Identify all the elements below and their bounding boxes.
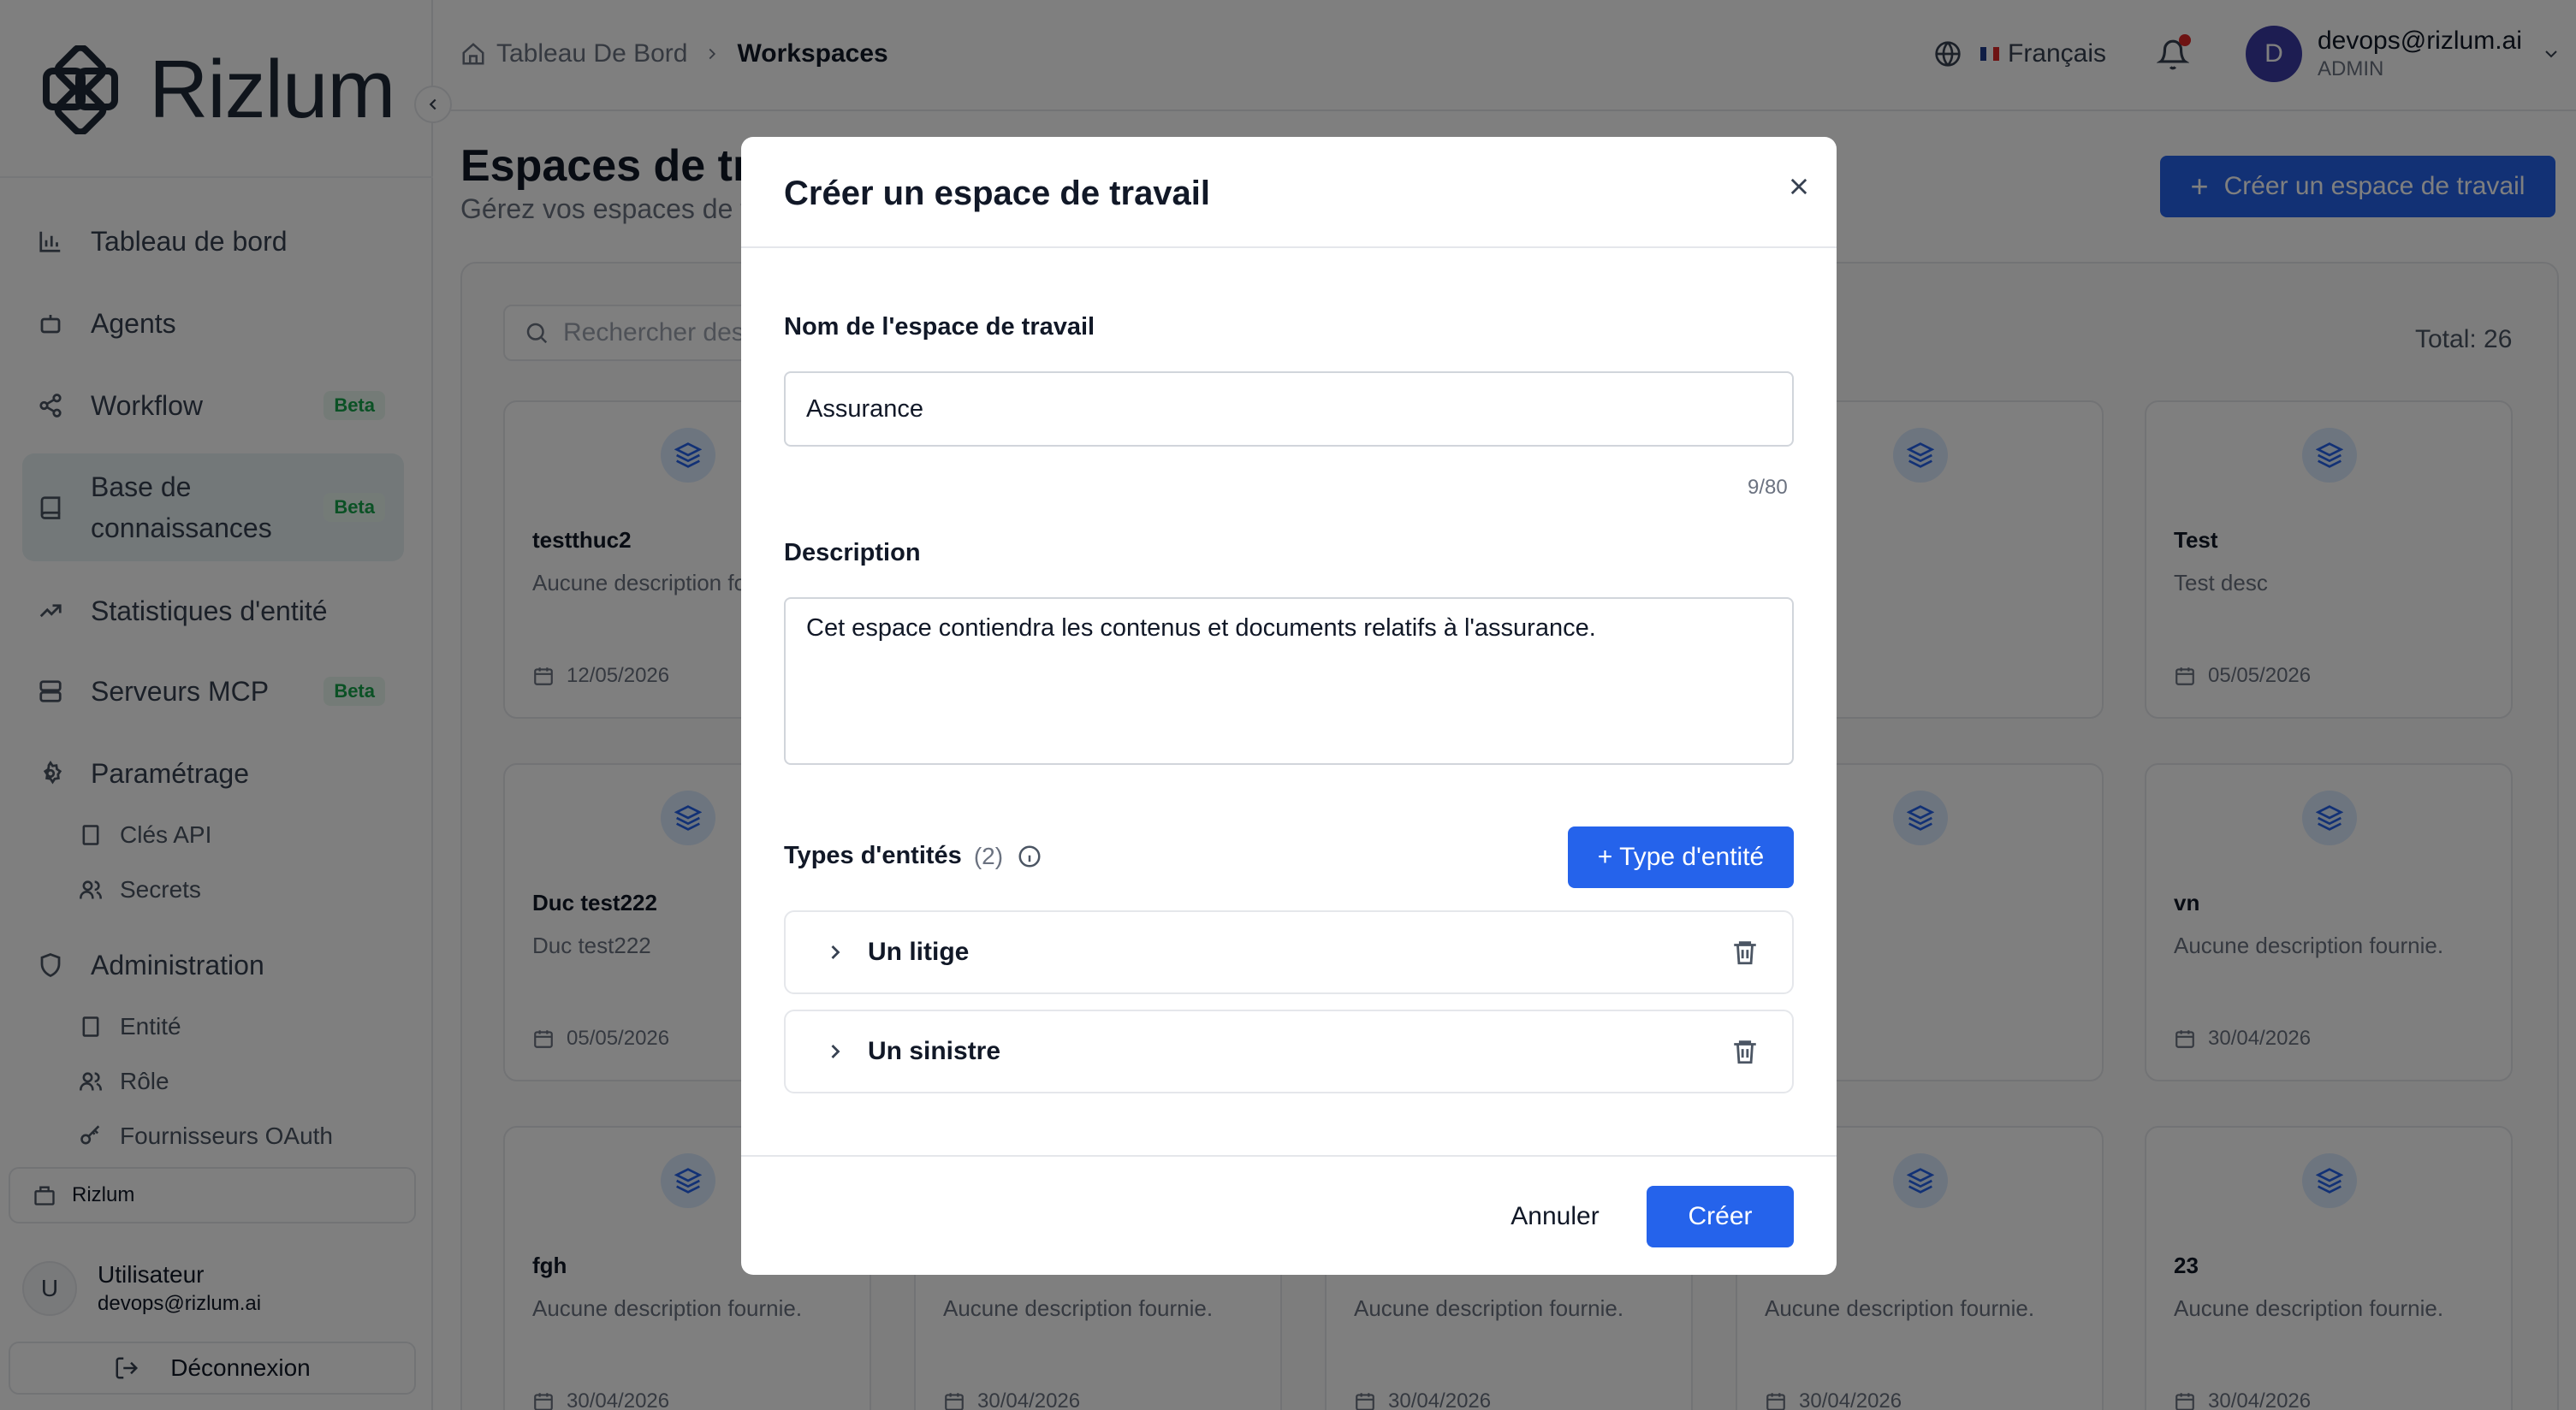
entity-types-count: (2) <box>973 842 1004 869</box>
chevron-right-icon[interactable] <box>823 1040 847 1063</box>
add-entity-type-button[interactable]: + Type d'entité <box>1568 826 1794 888</box>
entity-type-name: Un sinistre <box>868 1037 1001 1065</box>
chevron-right-icon[interactable] <box>823 940 847 964</box>
description-textarea[interactable]: Cet espace contiendra les contenus et do… <box>784 597 1794 765</box>
workspace-name-input[interactable]: Assurance <box>784 371 1794 447</box>
entity-type-row[interactable]: Un litige <box>784 910 1794 994</box>
cancel-button[interactable]: Annuler <box>1491 1186 1619 1247</box>
close-button[interactable] <box>1780 168 1818 205</box>
create-workspace-dialog: Créer un espace de travail Nom de l'espa… <box>741 137 1837 1275</box>
dialog-header: Créer un espace de travail <box>741 137 1837 248</box>
workspace-name-label: Nom de l'espace de travail <box>784 313 1095 341</box>
close-icon <box>1790 178 1807 195</box>
create-button[interactable]: Créer <box>1647 1186 1794 1247</box>
character-counter: 9/80 <box>1748 476 1788 499</box>
trash-icon[interactable] <box>1730 938 1760 967</box>
entity-types-header: Types d'entités (2) <box>784 842 1042 870</box>
description-label: Description <box>784 539 921 566</box>
entity-type-row[interactable]: Un sinistre <box>784 1010 1794 1093</box>
dialog-footer: Annuler Créer <box>741 1155 1837 1275</box>
entity-types-label: Types d'entités <box>784 842 962 869</box>
trash-icon[interactable] <box>1730 1037 1760 1066</box>
dialog-title: Créer un espace de travail <box>784 175 1211 212</box>
entity-type-name: Un litige <box>868 938 970 966</box>
info-icon[interactable] <box>1017 844 1042 869</box>
